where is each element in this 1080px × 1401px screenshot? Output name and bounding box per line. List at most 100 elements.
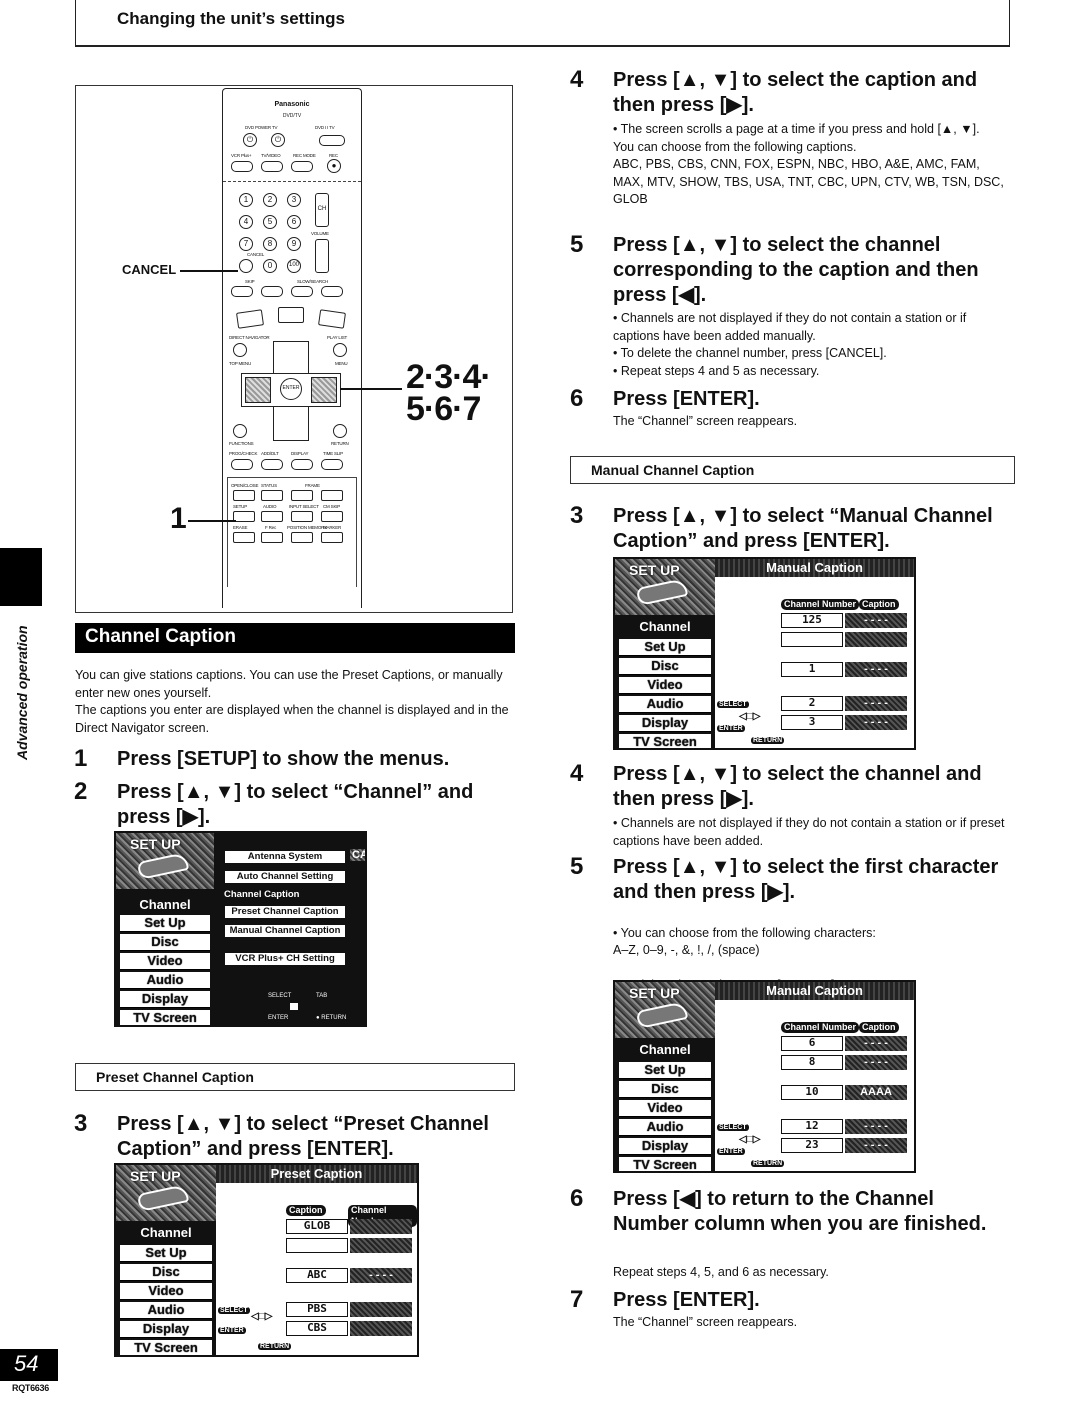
osd-menu-display[interactable]: Display xyxy=(120,1321,212,1338)
preset-caption-list: ABC, PBS, CBS, CNN, FOX, ESPN, NBC, HBO,… xyxy=(613,157,1004,206)
osd-vcrplus-ch-setting[interactable]: VCR Plus+ CH Setting xyxy=(224,952,346,966)
osd-menu-audio[interactable]: Audio xyxy=(120,1302,212,1319)
osd-manual-channel-caption[interactable]: Manual Channel Caption xyxy=(224,924,346,938)
osd-menu-video[interactable]: Video xyxy=(120,1283,212,1300)
return-button xyxy=(333,424,347,438)
cancel-callout: CANCEL xyxy=(122,262,177,277)
osd-menu-display[interactable]: Display xyxy=(120,991,210,1008)
row1-label-0: VCR Plus+ xyxy=(231,153,252,158)
side-section-tab xyxy=(0,548,42,606)
manual2-row-3-caption[interactable]: AAAA xyxy=(845,1085,907,1100)
dvd-power-button: ⏻ xyxy=(243,133,257,147)
manual1-row-1-caption[interactable]: - - - - xyxy=(845,613,907,628)
osd-menu-audio[interactable]: Audio xyxy=(120,972,210,989)
manual1-row-4-channel[interactable]: 2 xyxy=(781,696,843,711)
osd-menu-display[interactable]: Display xyxy=(619,1138,711,1155)
preset-step-6-number: 6 xyxy=(570,385,584,412)
cancel-callout-line xyxy=(180,270,238,272)
osd-hint-return: ● RETURN xyxy=(316,1015,347,1021)
manual2-row-4-caption[interactable]: - - - - xyxy=(845,1119,907,1134)
manual-step-6-note: Repeat steps 4, 5, and 6 as necessary. xyxy=(613,1265,829,1279)
osd-menu-video[interactable]: Video xyxy=(619,677,711,694)
manual1-row-1-channel[interactable]: 125 xyxy=(781,613,843,628)
osd-channel-label: Channel xyxy=(639,619,691,634)
osd-menu-display[interactable]: Display xyxy=(619,715,711,732)
preset-row-2-caption[interactable] xyxy=(286,1238,348,1253)
preset-step-5-number: 5 xyxy=(570,231,584,258)
prog-check-button xyxy=(231,459,253,470)
ch-label: CH xyxy=(317,206,327,212)
osd-menu-audio[interactable]: Audio xyxy=(619,696,711,713)
osd-menu-tvscreen[interactable]: TV Screen xyxy=(120,1010,210,1025)
osd-menu-disc[interactable]: Disc xyxy=(619,1081,711,1098)
manual2-row-5-channel[interactable]: 23 xyxy=(781,1138,843,1153)
manual2-row-2-caption[interactable]: - - - - xyxy=(845,1055,907,1070)
osd-menu-tvscreen[interactable]: TV Screen xyxy=(619,734,711,748)
preset-row-4-channel[interactable] xyxy=(350,1302,412,1317)
osd-menu-disc[interactable]: Disc xyxy=(619,658,711,675)
manual-step-6-number: 6 xyxy=(570,1185,584,1212)
setup-label-1: AUDIO xyxy=(263,504,277,509)
cm-skip-button xyxy=(321,511,343,522)
status-button xyxy=(261,490,283,501)
manual1-row-2-caption[interactable] xyxy=(845,632,907,647)
osd-setup-car-icon xyxy=(635,577,689,607)
osd-menu-audio[interactable]: Audio xyxy=(619,1119,711,1136)
osd-menu-video[interactable]: Video xyxy=(120,953,210,970)
manual2-row-2-channel[interactable]: 8 xyxy=(781,1055,843,1070)
manual2-row-1-caption[interactable]: - - - - xyxy=(845,1036,907,1051)
osd-preset-channel-caption[interactable]: Preset Channel Caption xyxy=(224,905,346,919)
preset-row-5-caption[interactable]: CBS xyxy=(286,1321,348,1336)
osd-setup-logo: SET UP xyxy=(116,1165,216,1221)
manual1-row-3-channel[interactable]: 1 xyxy=(781,662,843,677)
osd-menu-setup[interactable]: Set Up xyxy=(619,639,711,656)
skip-label: SKIP xyxy=(245,279,255,284)
preset-row-3-channel[interactable]: - - - - xyxy=(350,1268,412,1283)
manual-step-4-bullet-1: • Channels are not displayed if they do … xyxy=(613,816,1005,848)
osd-menu-setup[interactable]: Set Up xyxy=(120,1245,212,1262)
osd-menu-setup[interactable]: Set Up xyxy=(120,915,210,932)
preset-row-1-caption[interactable]: GLOB xyxy=(286,1219,348,1234)
osd-setup-car-icon xyxy=(136,1183,190,1213)
manual2-row-1-channel[interactable]: 6 xyxy=(781,1036,843,1051)
num-3: 3 xyxy=(287,193,301,207)
manual-step-5-number: 5 xyxy=(570,853,584,880)
osd-menu-disc[interactable]: Disc xyxy=(120,1264,212,1281)
stop-button xyxy=(236,309,264,329)
manual1-row-4-caption[interactable]: - - - - xyxy=(845,696,907,711)
preset-row-2-channel[interactable] xyxy=(350,1238,412,1253)
manual2-row-4-channel[interactable]: 12 xyxy=(781,1119,843,1134)
osd-channel-caption-group: Channel Caption xyxy=(224,889,300,900)
osd-menu-tvscreen[interactable]: TV Screen xyxy=(619,1157,711,1171)
osd-menu-setup[interactable]: Set Up xyxy=(619,1062,711,1079)
cancel-small-label: CANCEL xyxy=(247,252,265,257)
preset-row-5-channel[interactable] xyxy=(350,1321,412,1336)
osd-auto-channel-setting[interactable]: Auto Channel Setting xyxy=(224,870,346,884)
remote-model: DVD/TV xyxy=(282,113,302,119)
osd-setup-label: SET UP xyxy=(629,562,680,578)
manual1-row-3-caption[interactable]: - - - - xyxy=(845,662,907,677)
manual1-row-5-caption[interactable]: - - - - xyxy=(845,715,907,730)
osd-setup-logo: SET UP xyxy=(615,982,715,1038)
manual2-row-3-channel[interactable]: 10 xyxy=(781,1085,843,1100)
preset-row-4-caption[interactable]: PBS xyxy=(286,1302,348,1317)
erase-label-0: ERASE xyxy=(233,525,248,530)
osd-antenna-system[interactable]: Antenna System xyxy=(224,850,346,864)
row1-label-1: TV/VIDEO xyxy=(261,153,281,158)
document-code: RQT6636 xyxy=(12,1383,49,1393)
display-button xyxy=(291,459,313,470)
osd-menu-video[interactable]: Video xyxy=(619,1100,711,1117)
osd-setup-logo: SET UP xyxy=(615,559,715,615)
manual2-row-5-caption[interactable]: - - - - xyxy=(845,1138,907,1153)
play-list-button xyxy=(333,343,347,357)
position-memory-button xyxy=(291,532,313,543)
preset-row-1-channel[interactable] xyxy=(350,1219,412,1234)
osd-menu-disc[interactable]: Disc xyxy=(120,934,210,951)
preset-row-3-caption[interactable]: ABC xyxy=(286,1268,348,1283)
manual1-row-2-channel[interactable] xyxy=(781,632,843,647)
functions-label: FUNCTIONS xyxy=(229,441,254,446)
manual-step-3-text: Press [▲, ▼] to select “Manual Channel C… xyxy=(613,505,993,552)
osd-menu-tvscreen[interactable]: TV Screen xyxy=(120,1340,212,1355)
setup-label-3: CM SKIP xyxy=(323,504,341,509)
manual1-row-5-channel[interactable]: 3 xyxy=(781,715,843,730)
